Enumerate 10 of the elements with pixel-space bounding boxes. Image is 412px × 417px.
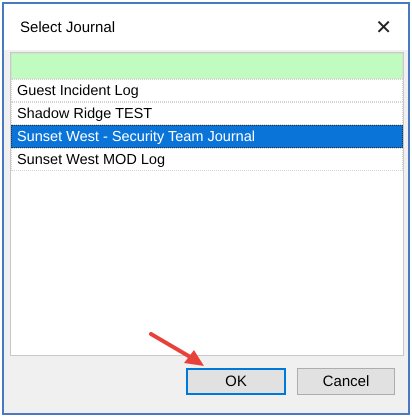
close-button[interactable]: ✕ xyxy=(371,15,396,39)
cancel-button[interactable]: Cancel xyxy=(297,368,395,395)
journal-item[interactable]: Shadow Ridge TEST xyxy=(11,102,403,125)
journal-item[interactable] xyxy=(11,53,403,79)
arrow-icon xyxy=(148,330,206,368)
window-title: Select Journal xyxy=(20,18,116,36)
journal-item[interactable]: Sunset West MOD Log xyxy=(11,148,403,171)
journal-item[interactable]: Guest Incident Log xyxy=(11,79,403,102)
journal-item[interactable]: Sunset West - Security Team Journal xyxy=(11,125,403,148)
ok-button[interactable]: OK xyxy=(186,368,286,395)
